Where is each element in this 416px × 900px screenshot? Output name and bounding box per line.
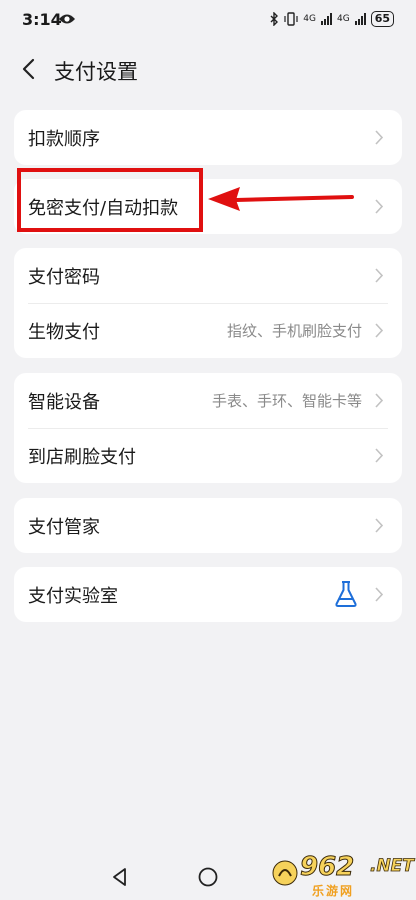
row-label: 到店刷脸支付 (28, 446, 136, 468)
row-payment-password[interactable]: 支付密码 (14, 248, 402, 303)
network-label-2: 4G (336, 14, 350, 24)
vibrate-icon (284, 12, 298, 26)
chevron-right-icon (375, 393, 384, 408)
page-title: 支付设置 (54, 60, 138, 84)
nav-back-icon[interactable] (109, 866, 131, 888)
status-icons: 4G 4G 65 (269, 11, 394, 27)
signal-icon (320, 13, 332, 25)
row-label: 智能设备 (28, 391, 100, 413)
watermark-suffix: .NET (370, 856, 415, 877)
chevron-right-icon (375, 448, 384, 463)
network-label: 4G (303, 14, 316, 24)
eye-icon (59, 14, 75, 24)
card-payment-manager: 支付管家 (14, 498, 402, 553)
row-label: 支付管家 (28, 516, 100, 538)
row-label: 生物支付 (28, 321, 100, 343)
chevron-right-icon (375, 199, 384, 214)
row-label: 支付密码 (28, 266, 100, 288)
card-devices: 智能设备 手表、手环、智能卡等 到店刷脸支付 (14, 373, 402, 483)
watermark-brand: 962 (299, 852, 355, 883)
row-label: 免密支付/自动扣款 (28, 197, 179, 219)
chevron-right-icon (375, 268, 384, 283)
row-payment-lab[interactable]: 支付实验室 (14, 567, 402, 622)
chevron-right-icon (375, 587, 384, 602)
row-subtitle: 手表、手环、智能卡等 (211, 392, 362, 410)
watermark-subtitle: 乐游网 (312, 884, 355, 898)
card-deduction-order: 扣款顺序 (14, 110, 402, 165)
watermark: 962 .NET 乐游网 (272, 852, 415, 898)
row-label: 扣款顺序 (28, 128, 100, 150)
status-bar: 3:14 4G 4G 65 (0, 0, 416, 40)
row-smart-devices[interactable]: 智能设备 手表、手环、智能卡等 (14, 373, 402, 428)
red-arrow-annotation (208, 187, 354, 211)
status-time: 3:14 (22, 10, 62, 29)
row-label: 支付实验室 (28, 585, 118, 607)
row-deduction-order[interactable]: 扣款顺序 (14, 110, 402, 165)
signal-icon-2 (354, 13, 366, 25)
chevron-right-icon (375, 130, 384, 145)
page-header: 支付设置 (0, 46, 416, 94)
battery-indicator: 65 (370, 11, 394, 27)
row-payment-manager[interactable]: 支付管家 (14, 498, 402, 553)
nav-home-icon[interactable] (197, 866, 219, 888)
row-biometric-payment[interactable]: 生物支付 指纹、手机刷脸支付 (14, 303, 402, 358)
row-subtitle: 指纹、手机刷脸支付 (226, 322, 362, 340)
chevron-right-icon (375, 518, 384, 533)
flask-icon (335, 581, 357, 607)
watermark-logo-icon (272, 860, 298, 886)
bluetooth-icon (270, 12, 279, 26)
row-in-store-face-pay[interactable]: 到店刷脸支付 (14, 428, 402, 483)
chevron-right-icon (375, 323, 384, 338)
back-arrow-icon[interactable] (18, 57, 42, 81)
card-payment-lab: 支付实验室 (14, 567, 402, 622)
card-security: 支付密码 生物支付 指纹、手机刷脸支付 (14, 248, 402, 358)
